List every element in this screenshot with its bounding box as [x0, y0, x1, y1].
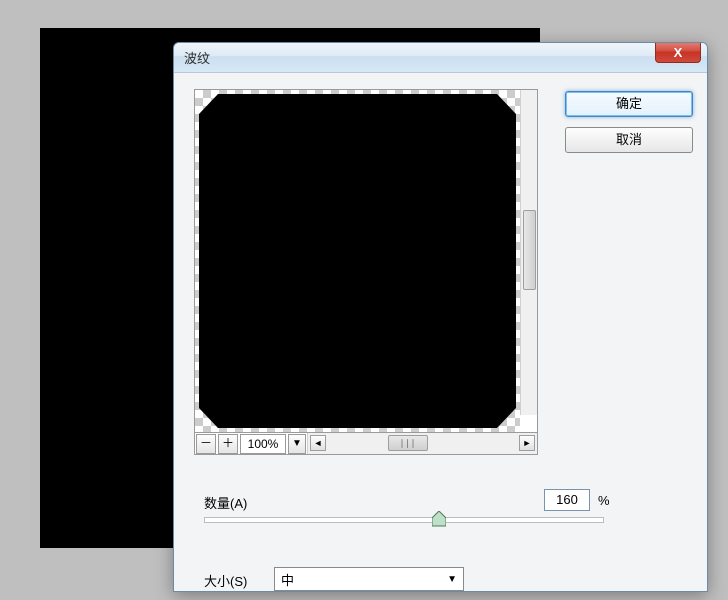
amount-slider-thumb[interactable]: [432, 511, 446, 527]
vertical-scroll-thumb[interactable]: [523, 210, 536, 290]
chevron-down-icon: ▼: [447, 574, 457, 585]
close-button[interactable]: X: [655, 43, 701, 63]
zoom-out-button[interactable]: －: [196, 434, 216, 454]
size-select[interactable]: 中 ▼: [274, 567, 464, 591]
preview-horizontal-scrollbar[interactable]: ◄ ∣∣∣ ►: [307, 433, 537, 454]
scroll-right-button[interactable]: ►: [519, 435, 535, 451]
zoom-dropdown-button[interactable]: ▼: [288, 434, 306, 454]
amount-slider-track[interactable]: [204, 517, 604, 523]
amount-label: 数量(A): [204, 493, 247, 512]
size-label: 大小(S): [204, 571, 247, 590]
zoom-in-button[interactable]: ＋: [218, 434, 238, 454]
dialog-title: 波纹: [184, 48, 210, 67]
preview-toolbar: － ＋ 100% ▼ ◄ ∣∣∣ ►: [194, 433, 538, 455]
preview-area: [194, 89, 538, 433]
ok-button[interactable]: 确定: [565, 91, 693, 117]
dialog-body: 确定 取消 － ＋ 100% ▼ ◄ ∣∣∣ ►: [174, 73, 707, 591]
size-selected-value: 中: [281, 570, 294, 589]
cancel-button[interactable]: 取消: [565, 127, 693, 153]
close-icon: X: [674, 45, 683, 60]
scroll-left-button[interactable]: ◄: [310, 435, 326, 451]
preview-content: [199, 94, 516, 428]
ripple-dialog: 波纹 X 确定 取消 － ＋ 100% ▼: [173, 42, 708, 592]
dialog-titlebar[interactable]: 波纹 X: [174, 43, 707, 73]
zoom-value: 100%: [240, 434, 286, 454]
amount-input[interactable]: 160: [544, 489, 590, 511]
zoom-controls: － ＋ 100% ▼: [195, 433, 307, 454]
horizontal-scroll-thumb[interactable]: ∣∣∣: [388, 435, 428, 451]
chevron-down-icon: ▼: [292, 438, 302, 449]
preview-vertical-scrollbar[interactable]: [520, 90, 537, 415]
amount-suffix: %: [598, 493, 610, 508]
preview-canvas[interactable]: [195, 90, 520, 432]
